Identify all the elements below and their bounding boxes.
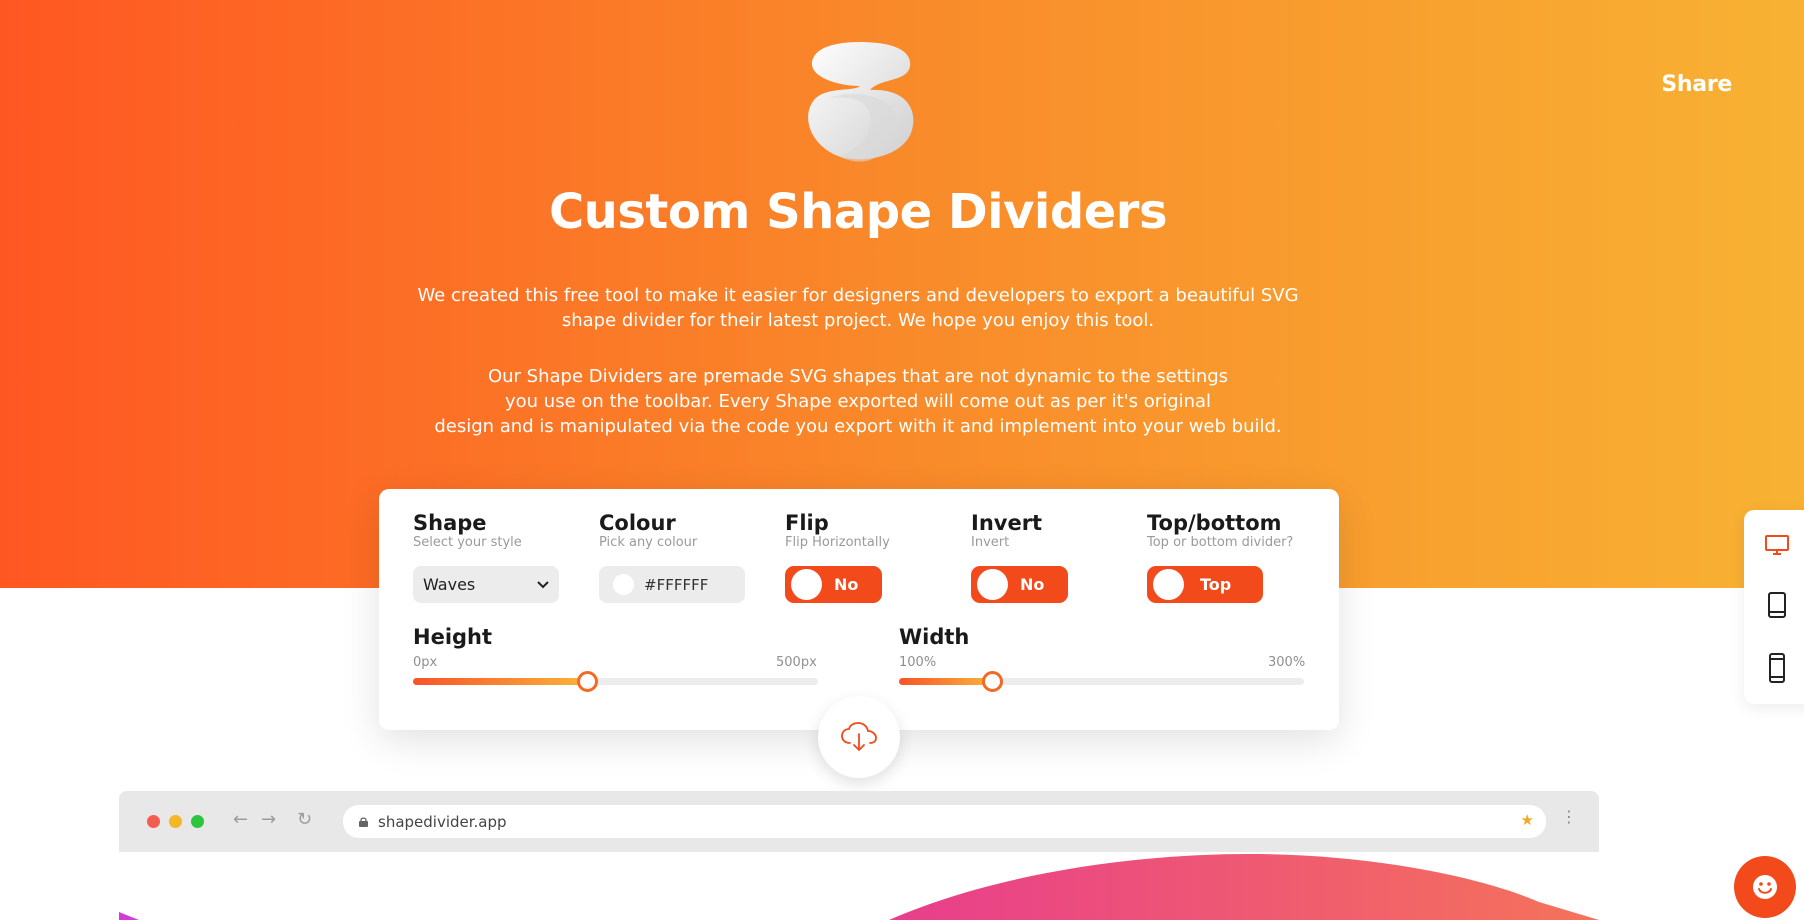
address-bar[interactable]: shapedivider.app ★ [343,805,1546,838]
desktop-icon[interactable] [1763,530,1791,560]
topbottom-label: Top/bottom [1147,511,1282,535]
toggle-knob [1153,569,1184,600]
colour-label: Colour [599,511,676,535]
flip-toggle-value: No [834,575,859,594]
shape-sublabel: Select your style [413,535,522,550]
topbottom-toggle-value: Top [1200,575,1232,594]
flip-label: Flip [785,511,829,535]
maximize-dot [191,815,204,828]
shapedivider-logo [808,42,914,162]
url-text: shapedivider.app [378,812,507,831]
invert-toggle[interactable]: No [971,566,1069,603]
settings-toolbar: Shape Select your style Waves Colour Pic… [379,489,1339,730]
shape-label: Shape [413,511,487,535]
colour-swatch[interactable] [613,574,634,595]
height-slider-fill [413,678,587,685]
description-intro: We created this free tool to make it eas… [417,285,1299,331]
flip-sublabel: Flip Horizontally [785,535,890,550]
share-button[interactable]: Share [1661,72,1732,97]
colour-control: Colour Pick any colour [599,511,697,551]
mobile-icon[interactable] [1763,653,1791,683]
width-max-label: 300% [1268,655,1306,670]
smiley-icon [1753,875,1777,899]
more-menu-icon[interactable]: ⋮ [1561,807,1577,826]
invert-sublabel: Invert [971,535,1010,550]
height-min-label: 0px [413,655,438,670]
topbottom-sublabel: Top or bottom divider? [1147,535,1294,550]
chevron-down-icon [537,580,549,588]
colour-sublabel: Pick any colour [599,535,698,550]
width-min-label: 100% [899,655,937,670]
description-details: Our Shape Dividers are premade SVG shape… [434,366,1282,437]
colour-picker[interactable]: #FFFFFF [599,566,745,603]
tablet-icon[interactable] [1763,590,1791,620]
flip-control: Flip Flip Horizontally [785,511,890,551]
wave-preview-shape [119,854,1599,920]
download-button[interactable] [818,696,900,778]
width-slider-thumb[interactable] [982,671,1003,692]
invert-label: Invert [971,511,1043,535]
cloud-download-icon [841,722,877,751]
browser-preview-chrome: ← → ↻ shapedivider.app ★ ⋮ [119,791,1599,852]
shape-select-value: Waves [423,575,476,594]
bookmark-star-icon[interactable]: ★ [1521,811,1534,829]
forward-arrow-icon[interactable]: → [261,809,276,830]
toggle-knob [791,569,822,600]
height-slider[interactable] [413,671,818,692]
close-dot [147,815,160,828]
topbottom-control: Top/bottom Top or bottom divider? [1147,511,1293,551]
width-slider-fill [899,678,992,685]
shape-control: Shape Select your style [413,511,522,551]
lock-icon [359,816,368,827]
shape-divider-preview [119,852,1599,920]
page-title: Custom Shape Dividers [548,184,1168,240]
colour-value: #FFFFFF [644,575,709,594]
chat-button[interactable] [1734,856,1796,918]
reload-icon[interactable]: ↻ [297,809,312,830]
height-label: Height [413,625,493,649]
flip-toggle[interactable]: No [785,566,883,603]
width-label: Width [899,625,970,649]
width-slider[interactable] [899,671,1304,692]
height-slider-thumb[interactable] [577,671,598,692]
device-preview-switcher [1744,510,1804,704]
shape-select[interactable]: Waves [413,566,559,603]
height-max-label: 500px [776,655,817,670]
back-arrow-icon[interactable]: ← [233,809,248,830]
invert-toggle-value: No [1020,575,1045,594]
invert-control: Invert Invert [971,511,1042,551]
toggle-knob [977,569,1008,600]
minimize-dot [169,815,182,828]
topbottom-toggle[interactable]: Top [1147,566,1264,603]
